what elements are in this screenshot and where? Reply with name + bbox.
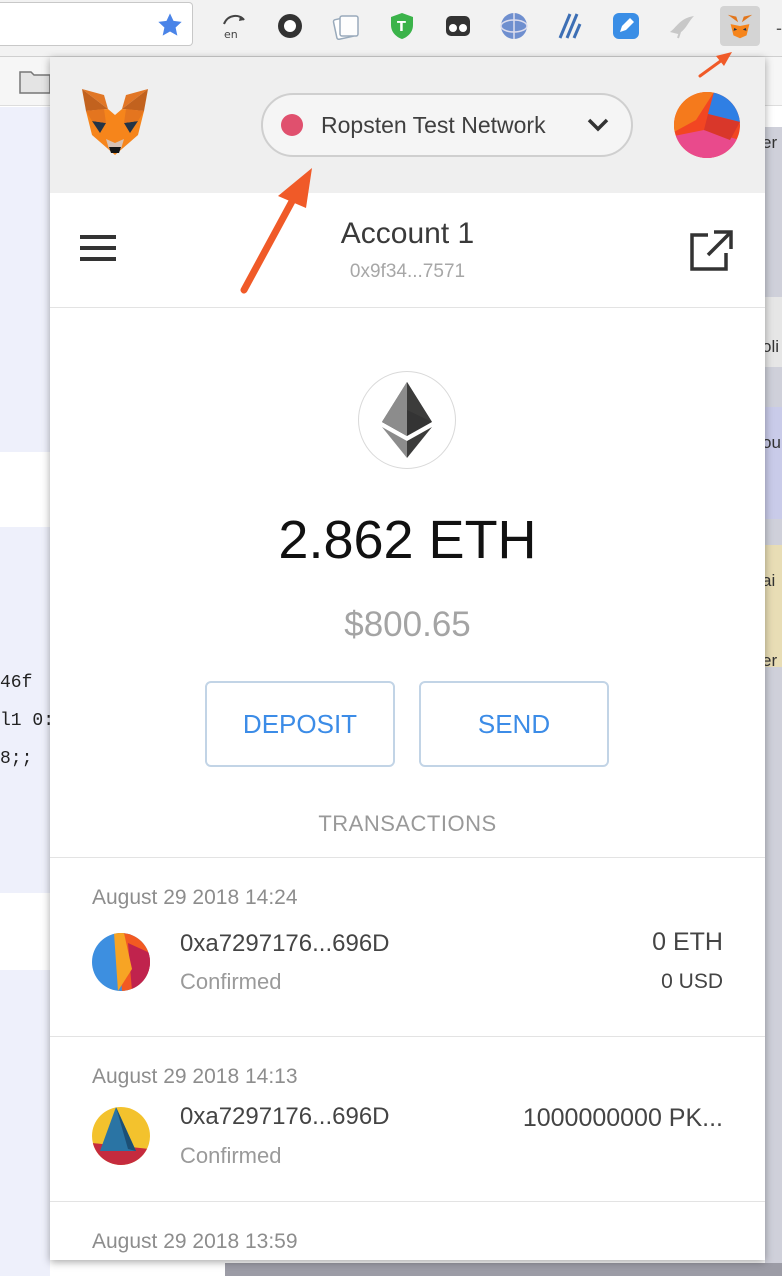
background-text: ai (762, 571, 776, 590)
lambda-extension-icon[interactable] (554, 10, 586, 42)
transaction-date: August 29 2018 14:24 (92, 886, 298, 909)
transaction-date: August 29 2018 13:59 (92, 1230, 298, 1253)
send-button[interactable]: SEND (419, 681, 609, 767)
transaction-row[interactable]: August 29 2018 14:24 0xa7297176...696D C… (50, 858, 765, 1037)
transaction-row[interactable]: August 29 2018 14:13 0xa7297176...696D C… (50, 1037, 765, 1202)
network-selector[interactable]: Ropsten Test Network (261, 93, 633, 157)
background-panel (0, 527, 50, 893)
transaction-identicon (92, 933, 150, 991)
chevron-down-icon (587, 118, 609, 132)
background-code-line: 8;; (0, 749, 33, 769)
svg-text:T: T (397, 20, 406, 35)
background-panel (225, 1263, 782, 1276)
background-panel (0, 970, 50, 1276)
translate-extension-icon[interactable]: en (218, 10, 250, 42)
metamask-fox-logo[interactable] (78, 87, 152, 159)
bookmark-star-icon[interactable] (156, 11, 184, 39)
background-text: ou (762, 433, 781, 452)
transaction-amount: 1000000000 PK... (522, 1104, 723, 1132)
account-name[interactable]: Account 1 (50, 217, 765, 251)
browser-toolbar: en T - (0, 0, 782, 57)
background-text: er (762, 133, 778, 152)
transaction-address: 0xa7297176...696D (180, 930, 390, 957)
background-panel (0, 107, 50, 452)
transaction-status: Confirmed (180, 1143, 282, 1168)
background-panel (765, 407, 782, 519)
ethereum-icon (358, 371, 456, 469)
metamask-extension-icon[interactable] (720, 6, 760, 46)
account-bar: Account 1 0x9f34...7571 (50, 193, 765, 308)
svg-text:en: en (224, 28, 238, 41)
globe-extension-icon[interactable] (498, 10, 530, 42)
address-bar[interactable] (0, 2, 193, 46)
background-text: oli (762, 337, 780, 356)
network-label: Ropsten Test Network (321, 111, 546, 138)
network-status-dot (281, 114, 303, 136)
transaction-fiat-amount: 0 USD (661, 970, 723, 993)
transaction-identicon (92, 1107, 150, 1165)
external-link-icon[interactable] (688, 229, 734, 273)
transaction-list: August 29 2018 14:24 0xa7297176...696D C… (50, 857, 765, 1260)
folder-icon[interactable] (18, 67, 52, 95)
transaction-amount: 0 ETH (652, 928, 723, 956)
metamask-popup: Ropsten Test Network Account 1 0x9f34...… (50, 57, 765, 1260)
shield-extension-icon[interactable]: T (386, 10, 418, 42)
transaction-status: Confirmed (180, 969, 282, 994)
usd-balance: $800.65 (344, 605, 471, 644)
pen-extension-icon[interactable] (610, 10, 642, 42)
background-code-line: l1 0: (0, 711, 55, 731)
transaction-address: 0xa7297176...696D (180, 1103, 390, 1130)
background-code-line: 46f (0, 673, 33, 693)
eth-balance: 2.862 ETH (278, 510, 537, 570)
bird-extension-icon[interactable] (666, 10, 698, 42)
notes-extension-icon[interactable] (330, 10, 362, 42)
popup-header: Ropsten Test Network (50, 57, 765, 193)
glasses-extension-icon[interactable] (442, 10, 474, 42)
background-panel (765, 545, 782, 667)
transactions-heading: TRANSACTIONS (318, 811, 497, 836)
account-address[interactable]: 0x9f34...7571 (50, 261, 765, 283)
circle-extension-icon[interactable] (274, 10, 306, 42)
account-identicon[interactable] (674, 92, 740, 158)
toolbar-overflow[interactable]: - (776, 18, 782, 39)
transaction-row[interactable]: August 29 2018 13:59 (50, 1202, 765, 1260)
transaction-date: August 29 2018 14:13 (92, 1065, 298, 1088)
background-text: er (762, 651, 778, 670)
deposit-button[interactable]: DEPOSIT (205, 681, 395, 767)
